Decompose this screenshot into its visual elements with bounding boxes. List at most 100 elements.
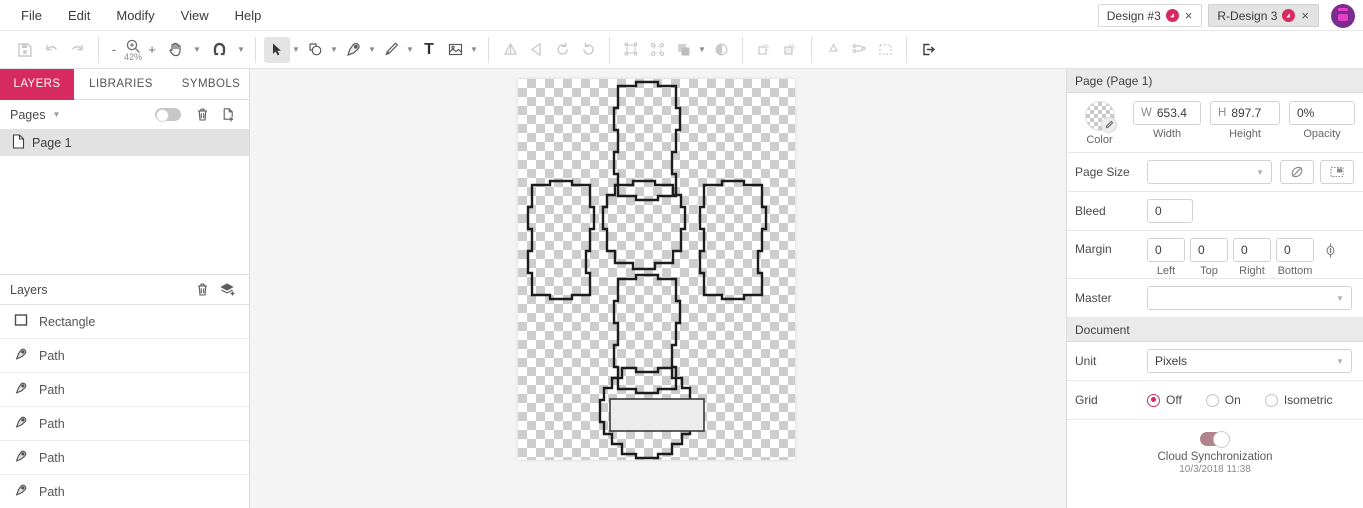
pages-chevron-down-icon[interactable]: ▼ [52, 110, 60, 119]
opacity-input[interactable]: 0% [1289, 101, 1355, 125]
image-chevron-down-icon[interactable]: ▼ [468, 37, 480, 63]
radio-dot [1264, 393, 1278, 407]
menu-view[interactable]: View [168, 0, 222, 31]
pages-visibility-toggle[interactable] [155, 108, 181, 122]
page-size-select[interactable]: ▼ [1147, 160, 1272, 184]
mask-icon[interactable] [708, 37, 734, 63]
user-avatar[interactable] [1331, 3, 1355, 28]
layer-label: Path [39, 416, 65, 431]
select-chevron-down-icon[interactable]: ▼ [290, 37, 302, 63]
page-list-item[interactable]: Page 1 [0, 130, 249, 156]
left-panel: LAYERS LIBRARIES SYMBOLS Pages ▼ Page 1 … [0, 69, 250, 508]
margin-top-input[interactable]: 0 [1190, 238, 1228, 262]
zoom-level-control[interactable]: 42% [124, 38, 142, 62]
arrange-icon[interactable] [670, 37, 696, 63]
grid-option-on[interactable]: On [1205, 393, 1241, 407]
page-artboard[interactable] [518, 79, 795, 460]
pen-chevron-down-icon[interactable]: ▼ [366, 37, 378, 63]
left-panel-tabs: LAYERS LIBRARIES SYMBOLS [0, 69, 249, 100]
fit-to-content-icon[interactable] [1320, 160, 1354, 184]
layers-trash-icon[interactable] [191, 279, 213, 301]
width-input[interactable]: W 653.4 [1133, 101, 1201, 125]
arrange-chevron-down-icon[interactable]: ▼ [696, 37, 708, 63]
grid-option-isometric[interactable]: Isometric [1264, 393, 1333, 407]
unit-label: Unit [1075, 354, 1097, 368]
magnet-chevron-down-icon[interactable]: ▼ [235, 37, 247, 63]
document-tab-rdesign3[interactable]: R-Design 3 × [1208, 4, 1319, 27]
menu-edit[interactable]: Edit [55, 0, 103, 31]
height-input[interactable]: H 897.7 [1210, 101, 1280, 125]
page-opacity-control: 0% Opacity [1289, 101, 1355, 140]
hand-chevron-down-icon[interactable]: ▼ [191, 37, 203, 63]
margin-right-input[interactable]: 0 [1233, 238, 1271, 262]
rotate-cw-icon[interactable] [575, 37, 601, 63]
margin-left-input[interactable]: 0 [1147, 238, 1185, 262]
color-swatch[interactable] [1084, 101, 1117, 133]
connect-nodes-icon[interactable] [846, 37, 872, 63]
margin-bottom-caption: Bottom [1277, 265, 1313, 277]
magnet-snap-icon[interactable] [206, 37, 232, 63]
shape-icon[interactable] [302, 37, 328, 63]
toolbar-group-zoom: - 42% + ▼ ▼ [99, 31, 255, 69]
layer-row[interactable]: Path [0, 475, 249, 508]
rectangle-icon [14, 313, 28, 330]
design-canvas[interactable] [250, 69, 1066, 508]
cloud-sync-toggle[interactable] [1200, 431, 1230, 448]
redo-icon[interactable] [64, 37, 90, 63]
layer-label: Path [39, 348, 65, 363]
main-toolbar: - 42% + ▼ ▼ ▼ ▼ ▼ ▼ T ▼ ▼ [0, 31, 1363, 69]
rotate-ccw-icon[interactable] [549, 37, 575, 63]
layer-row[interactable]: Path [0, 339, 249, 373]
bring-forward-icon[interactable] [751, 37, 777, 63]
layer-row[interactable]: Path [0, 407, 249, 441]
shape-chevron-down-icon[interactable]: ▼ [328, 37, 340, 63]
hand-icon[interactable] [162, 37, 188, 63]
pages-trash-icon[interactable] [191, 104, 213, 126]
bleed-input[interactable]: 0 [1147, 199, 1193, 223]
export-icon[interactable] [915, 37, 941, 63]
pages-section-header: Pages ▼ [0, 100, 249, 130]
boolean-union-icon[interactable] [497, 37, 523, 63]
layer-row[interactable]: Path [0, 373, 249, 407]
text-tool-icon[interactable]: T [416, 37, 442, 63]
zoom-out-button[interactable]: - [107, 42, 121, 57]
ungroup-icon[interactable] [644, 37, 670, 63]
marquee-select-icon[interactable] [872, 37, 898, 63]
pencil-icon[interactable] [378, 37, 404, 63]
master-select[interactable]: ▼ [1147, 286, 1352, 310]
eyedropper-icon[interactable] [1100, 117, 1117, 133]
tab-libraries[interactable]: LIBRARIES [74, 69, 168, 100]
add-layer-icon[interactable] [217, 279, 239, 301]
add-page-icon[interactable] [217, 104, 239, 126]
flip-horizontal-icon[interactable] [523, 37, 549, 63]
image-icon[interactable] [442, 37, 468, 63]
group-icon[interactable] [618, 37, 644, 63]
layer-row[interactable]: Path [0, 441, 249, 475]
tab-close-icon[interactable]: × [1300, 9, 1310, 22]
pen-path-icon [14, 415, 28, 432]
unit-select[interactable]: Pixels ▼ [1147, 349, 1352, 373]
cloud-sync-label: Cloud Synchronization [1157, 451, 1273, 463]
layer-row[interactable]: Rectangle [0, 305, 249, 339]
save-icon[interactable] [12, 37, 38, 63]
menu-help[interactable]: Help [222, 0, 275, 31]
pen-icon[interactable] [340, 37, 366, 63]
document-tab-design3[interactable]: Design #3 × [1097, 4, 1203, 27]
tab-layers[interactable]: LAYERS [0, 69, 74, 100]
page-size-label: Page Size [1075, 165, 1130, 179]
menu-file[interactable]: File [8, 0, 55, 31]
send-backward-icon[interactable] [777, 37, 803, 63]
grid-option-off[interactable]: Off [1147, 393, 1182, 407]
margin-bottom-input[interactable]: 0 [1276, 238, 1314, 262]
right-panel: Page (Page 1) Color W 653.4 Width H 897.… [1066, 69, 1363, 508]
tab-symbols[interactable]: SYMBOLS [168, 69, 254, 100]
undo-icon[interactable] [38, 37, 64, 63]
recycle-icon[interactable] [820, 37, 846, 63]
pencil-chevron-down-icon[interactable]: ▼ [404, 37, 416, 63]
menu-modify[interactable]: Modify [103, 0, 167, 31]
link-margins-icon[interactable] [1323, 238, 1338, 262]
select-arrow-icon[interactable] [264, 36, 291, 63]
zoom-in-button[interactable]: + [145, 42, 159, 57]
tab-close-icon[interactable]: × [1184, 9, 1194, 22]
rotate-orientation-icon[interactable] [1280, 160, 1314, 184]
